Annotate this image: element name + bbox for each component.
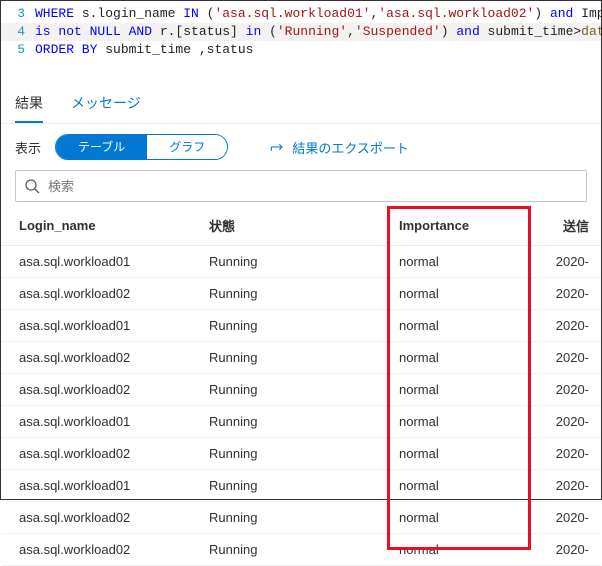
search-icon <box>24 178 40 194</box>
cell-submit: 2020- <box>501 502 601 534</box>
code-line[interactable]: is not NULL AND r.[status] in ('Running'… <box>35 23 601 41</box>
results-toolbar: 表示 テーブル グラフ 結果のエクスポート <box>1 124 601 170</box>
cell-importance: normal <box>351 278 501 310</box>
col-header-importance[interactable]: Importance <box>351 206 501 246</box>
table-row[interactable]: asa.sql.workload01Runningnormal2020- <box>1 310 601 342</box>
line-number: 5 <box>1 41 35 59</box>
cell-status: Running <box>191 470 351 502</box>
cell-login: asa.sql.workload02 <box>1 342 191 374</box>
tab-messages[interactable]: メッセージ <box>71 93 141 123</box>
cell-login: asa.sql.workload02 <box>1 534 191 566</box>
table-row[interactable]: asa.sql.workload02Runningnormal2020- <box>1 342 601 374</box>
cell-status: Running <box>191 374 351 406</box>
cell-importance: normal <box>351 246 501 278</box>
sql-editor[interactable]: 3WHERE s.login_name IN ('asa.sql.workloa… <box>1 1 601 65</box>
code-line[interactable]: WHERE s.login_name IN ('asa.sql.workload… <box>35 5 601 23</box>
pill-graph[interactable]: グラフ <box>147 135 227 159</box>
cell-status: Running <box>191 406 351 438</box>
export-icon <box>270 140 286 154</box>
cell-status: Running <box>191 438 351 470</box>
cell-login: asa.sql.workload01 <box>1 246 191 278</box>
table-row[interactable]: asa.sql.workload02Runningnormal2020- <box>1 374 601 406</box>
cell-status: Running <box>191 534 351 566</box>
cell-submit: 2020- <box>501 438 601 470</box>
cell-submit: 2020- <box>501 342 601 374</box>
line-number: 4 <box>1 23 35 41</box>
cell-submit: 2020- <box>501 246 601 278</box>
cell-importance: normal <box>351 342 501 374</box>
cell-login: asa.sql.workload02 <box>1 502 191 534</box>
cell-submit: 2020- <box>501 310 601 342</box>
col-header-login[interactable]: Login_name <box>1 206 191 246</box>
col-header-status[interactable]: 状態 <box>191 206 351 246</box>
cell-submit: 2020- <box>501 278 601 310</box>
table-row[interactable]: asa.sql.workload02Runningnormal2020- <box>1 278 601 310</box>
cell-status: Running <box>191 502 351 534</box>
search-box[interactable] <box>15 170 587 202</box>
export-results-button[interactable]: 結果のエクスポート <box>270 138 409 157</box>
cell-status: Running <box>191 278 351 310</box>
cell-login: asa.sql.workload01 <box>1 470 191 502</box>
cell-submit: 2020- <box>501 534 601 566</box>
results-table-wrap: Login_name 状態 Importance 送信 asa.sql.work… <box>1 206 601 566</box>
cell-login: asa.sql.workload02 <box>1 438 191 470</box>
line-number: 3 <box>1 5 35 23</box>
export-label: 結果のエクスポート <box>292 138 409 157</box>
cell-importance: normal <box>351 406 501 438</box>
cell-importance: normal <box>351 310 501 342</box>
table-row[interactable]: asa.sql.workload01Runningnormal2020- <box>1 406 601 438</box>
cell-login: asa.sql.workload01 <box>1 406 191 438</box>
table-row[interactable]: asa.sql.workload02Runningnormal2020- <box>1 534 601 566</box>
view-toggle: テーブル グラフ <box>55 134 228 160</box>
table-row[interactable]: asa.sql.workload01Runningnormal2020- <box>1 246 601 278</box>
cell-importance: normal <box>351 470 501 502</box>
cell-submit: 2020- <box>501 406 601 438</box>
cell-status: Running <box>191 246 351 278</box>
table-row[interactable]: asa.sql.workload01Runningnormal2020- <box>1 470 601 502</box>
tab-results[interactable]: 結果 <box>15 93 43 123</box>
table-row[interactable]: asa.sql.workload02Runningnormal2020- <box>1 438 601 470</box>
cell-status: Running <box>191 342 351 374</box>
cell-login: asa.sql.workload02 <box>1 278 191 310</box>
cell-importance: normal <box>351 374 501 406</box>
cell-importance: normal <box>351 502 501 534</box>
result-tabs: 結果 メッセージ <box>1 83 601 124</box>
cell-status: Running <box>191 310 351 342</box>
col-header-submit[interactable]: 送信 <box>501 206 601 246</box>
code-line[interactable]: ORDER BY submit_time ,status <box>35 41 601 59</box>
cell-importance: normal <box>351 438 501 470</box>
pill-table[interactable]: テーブル <box>56 135 147 159</box>
cell-submit: 2020- <box>501 470 601 502</box>
table-header-row: Login_name 状態 Importance 送信 <box>1 206 601 246</box>
cell-login: asa.sql.workload01 <box>1 310 191 342</box>
results-table: Login_name 状態 Importance 送信 asa.sql.work… <box>1 206 601 566</box>
cell-login: asa.sql.workload02 <box>1 374 191 406</box>
view-label: 表示 <box>15 138 41 157</box>
cell-importance: normal <box>351 534 501 566</box>
table-row[interactable]: asa.sql.workload02Runningnormal2020- <box>1 502 601 534</box>
search-input[interactable] <box>40 179 578 194</box>
cell-submit: 2020- <box>501 374 601 406</box>
